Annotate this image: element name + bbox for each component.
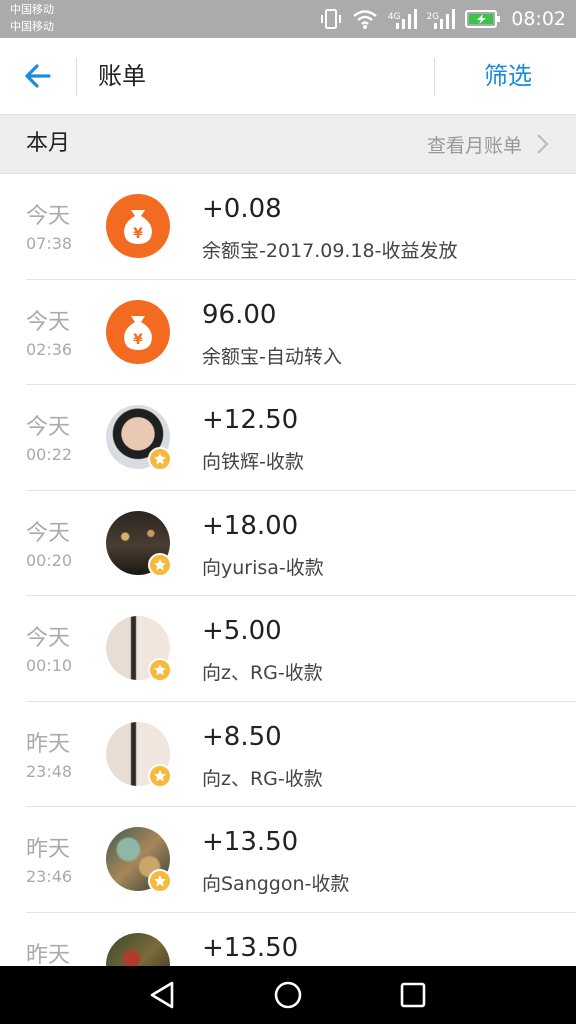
carrier-label-2: 中国移动 (10, 20, 54, 33)
nav-divider (76, 58, 77, 96)
monthly-bill-link[interactable]: 查看月账单 (427, 115, 550, 173)
transaction-desc: 向铁辉-收款 (202, 451, 304, 473)
transaction-time: 00:20 (26, 550, 73, 570)
section-title: 本月 (26, 131, 71, 156)
nav-bar: 账单 筛选 (0, 38, 576, 115)
star-badge-icon (148, 447, 172, 471)
transaction-amount: +18.00 (202, 510, 299, 541)
back-button[interactable] (14, 38, 62, 114)
transaction-row[interactable]: 今天 00:22 +12.50 向铁辉-收款 (0, 385, 576, 491)
system-nav-bar (0, 966, 576, 1024)
transaction-day: 今天 (26, 309, 71, 335)
transaction-list: 今天 07:38 ¥ +0.08 余额宝-2017.09.18-收益发放 今天 … (0, 174, 576, 1018)
transaction-amount: +0.08 (202, 194, 282, 224)
svg-text:¥: ¥ (133, 332, 143, 348)
carrier-label: 中国移动 (10, 3, 54, 16)
recents-square-icon[interactable] (396, 978, 430, 1012)
transaction-day: 昨天 (26, 731, 71, 757)
transaction-row[interactable]: 今天 07:38 ¥ +0.08 余额宝-2017.09.18-收益发放 (0, 174, 576, 280)
page-title: 账单 (98, 62, 146, 90)
wifi-icon (353, 10, 377, 29)
transaction-day: 今天 (26, 520, 71, 546)
star-badge-icon (148, 763, 172, 788)
transaction-desc: 余额宝-自动转入 (202, 345, 342, 368)
transaction-time: 23:48 (26, 761, 73, 781)
user-avatar (106, 405, 172, 471)
transaction-day: 今天 (26, 204, 71, 229)
transaction-amount: +13.50 (202, 932, 299, 963)
transaction-amount: +5.00 (202, 616, 282, 646)
status-bar: 中国移动 中国移动 4G 2G 08:02 (0, 0, 576, 38)
user-avatar (106, 721, 172, 788)
star-badge-icon (148, 552, 172, 577)
home-circle-icon[interactable] (271, 978, 305, 1012)
transaction-desc: 向Sanggon-收款 (202, 873, 350, 895)
transaction-time: 02:36 (26, 339, 73, 359)
transaction-day: 今天 (26, 626, 71, 651)
yuebao-icon: ¥ (106, 299, 170, 364)
nav-divider-right (434, 58, 435, 96)
back-arrow-icon (25, 64, 51, 88)
transaction-amount: +13.50 (202, 827, 299, 857)
star-badge-icon (148, 869, 172, 893)
user-avatar (106, 510, 172, 577)
transaction-row[interactable]: 昨天 23:46 +13.50 向Sanggon-收款 (0, 807, 576, 913)
transaction-row[interactable]: 今天 00:20 +18.00 向yurisa-收款 (0, 491, 576, 597)
transaction-row[interactable]: 今天 00:10 +5.00 向z、RG-收款 (0, 596, 576, 702)
status-icons: 4G 2G 08:02 (320, 0, 566, 38)
network-type-label: 4G (387, 12, 401, 22)
transaction-day: 昨天 (26, 942, 71, 968)
transaction-desc: 余额宝-2017.09.18-收益发放 (202, 240, 458, 262)
transaction-day: 今天 (26, 415, 71, 440)
user-avatar (106, 616, 172, 682)
transaction-time: 23:46 (26, 867, 73, 886)
transaction-amount: 96.00 (202, 299, 277, 330)
network-type-label-2: 2G (426, 12, 440, 22)
filter-button[interactable]: 筛选 (484, 38, 532, 114)
chevron-right-icon (537, 134, 549, 154)
transaction-time: 00:10 (26, 656, 73, 675)
transaction-row[interactable]: 昨天 23:48 +8.50 向z、RG-收款 (0, 702, 576, 808)
transaction-row[interactable]: 今天 02:36 ¥ 96.00 余额宝-自动转入 (0, 280, 576, 386)
transaction-amount: +12.50 (202, 405, 299, 435)
transaction-amount: +8.50 (202, 721, 282, 752)
battery-charging-icon (465, 10, 501, 28)
star-badge-icon (148, 658, 172, 682)
transaction-time: 07:38 (26, 234, 73, 253)
svg-text:¥: ¥ (133, 226, 143, 242)
transaction-time: 00:22 (26, 445, 73, 464)
monthly-bill-label: 查看月账单 (426, 134, 522, 157)
transaction-day: 昨天 (26, 837, 71, 862)
yuebao-icon: ¥ (106, 194, 170, 258)
user-avatar (106, 827, 172, 893)
vibrate-icon (320, 9, 341, 29)
transaction-desc: 向z、RG-收款 (202, 662, 323, 684)
back-triangle-icon[interactable] (146, 978, 180, 1012)
clock: 08:02 (511, 8, 566, 30)
month-section-header: 本月 查看月账单 (0, 115, 576, 174)
transaction-desc: 向z、RG-收款 (202, 767, 323, 790)
transaction-desc: 向yurisa-收款 (202, 556, 324, 579)
